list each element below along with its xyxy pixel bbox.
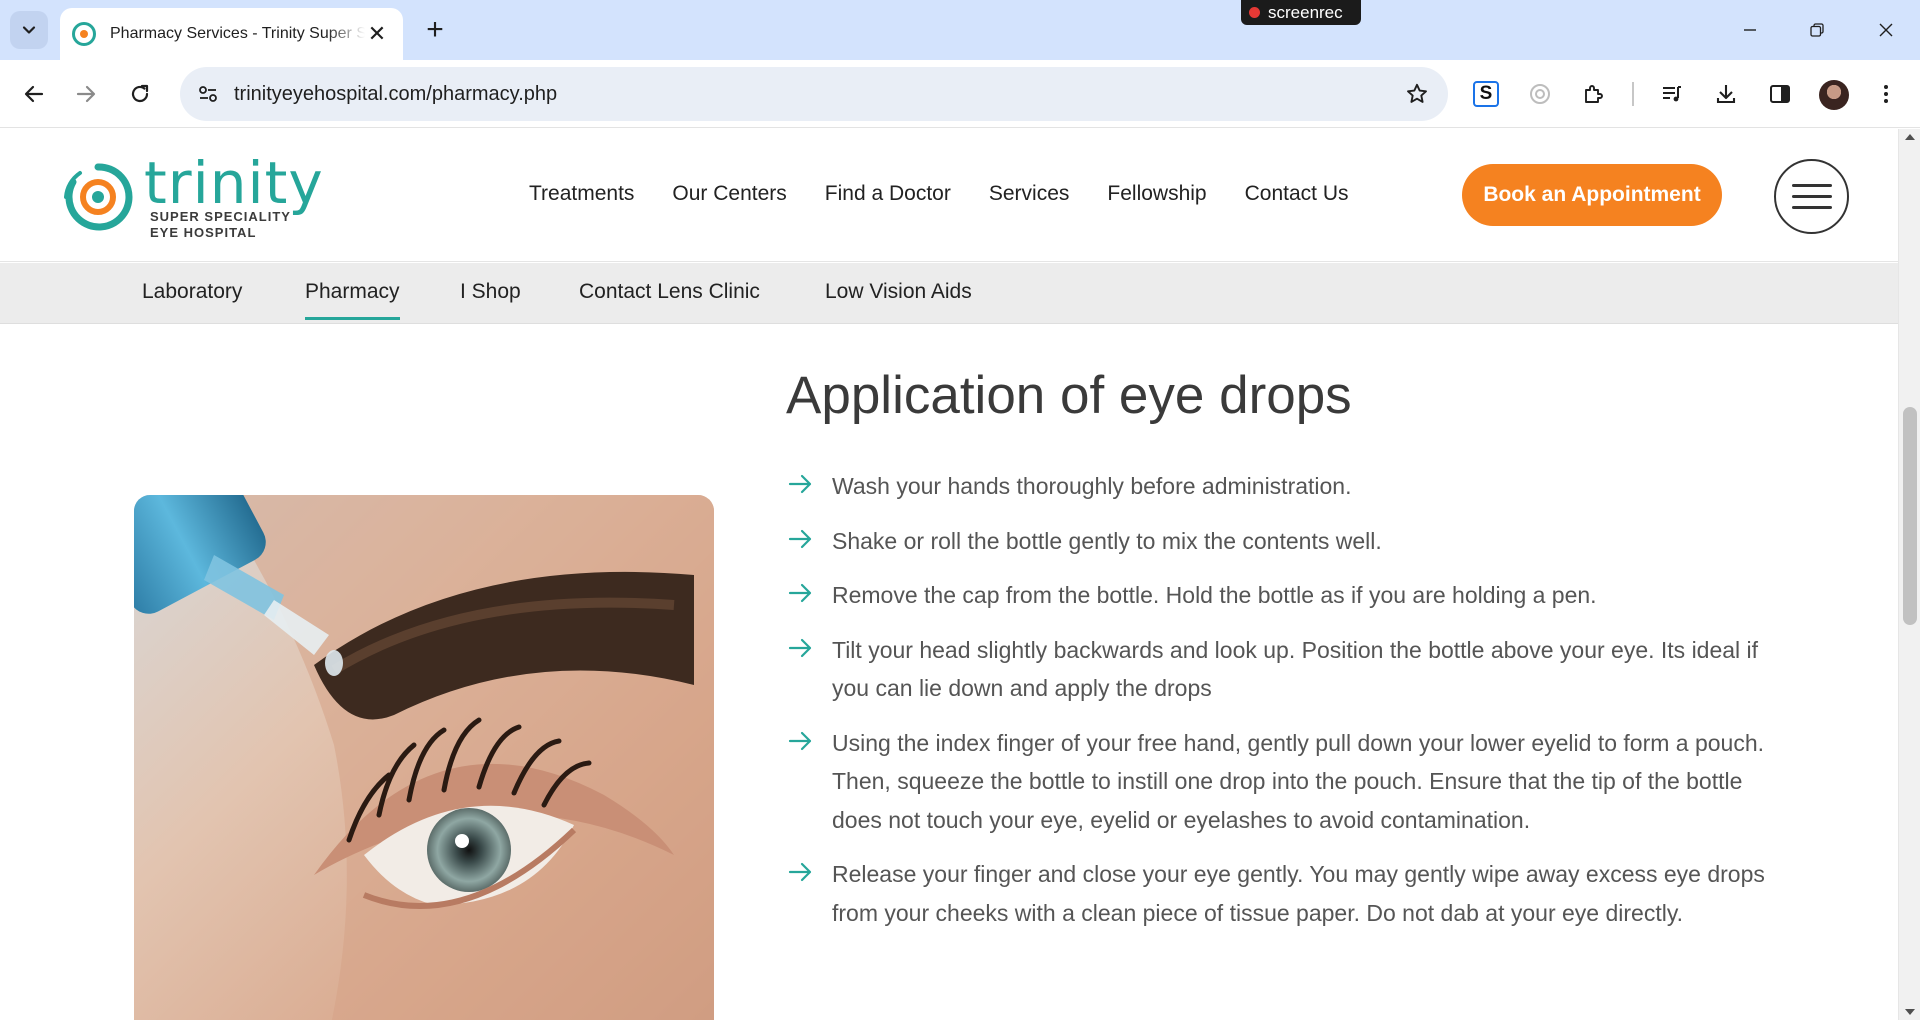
logo-tagline: SUPER SPECIALITY EYE HOSPITAL (150, 209, 300, 241)
puzzle-icon (1585, 85, 1603, 103)
eye-drop-photo (134, 495, 714, 1020)
list-item: Remove the cap from the bottle. Hold the… (786, 576, 1786, 615)
bookmark-star-icon[interactable] (1400, 77, 1434, 111)
new-tab-button[interactable]: + (418, 13, 452, 47)
close-window-button[interactable] (1866, 10, 1906, 50)
tab-strip: Pharmacy Services - Trinity Super Specia… (0, 0, 1920, 60)
hamburger-line (1791, 184, 1832, 187)
arrow-left-icon (24, 85, 44, 103)
subnav-laboratory[interactable]: Laboratory (142, 280, 242, 304)
nav-contact-us[interactable]: Contact Us (1245, 182, 1349, 206)
download-icon (1716, 85, 1736, 104)
tab-title: Pharmacy Services - Trinity Super Specia… (110, 25, 365, 42)
browser-toolbar: trinityeyehospital.com/pharmacy.php S (0, 60, 1920, 128)
page-scrollbar[interactable] (1898, 129, 1920, 1020)
forward-button[interactable] (64, 72, 108, 116)
nav-fellowship[interactable]: Fellowship (1107, 182, 1206, 206)
record-dot-icon (1249, 7, 1260, 18)
browser-menu-button[interactable] (1870, 78, 1902, 110)
subnav-contact-lens-clinic[interactable]: Contact Lens Clinic (579, 280, 760, 304)
list-item: Using the index finger of your free hand… (786, 724, 1786, 840)
more-vert-icon (1884, 85, 1888, 103)
subnav-pharmacy[interactable]: Pharmacy (305, 280, 400, 320)
site-logo[interactable]: trinity SUPER SPECIALITY EYE HOSPITAL (60, 149, 323, 241)
scroll-up-arrow-icon[interactable] (1905, 134, 1915, 140)
chevron-down-icon (22, 26, 36, 34)
extension-camera-button[interactable] (1524, 78, 1556, 110)
reload-icon (131, 84, 149, 103)
hamburger-line (1791, 206, 1832, 209)
step-text: Tilt your head slightly backwards and lo… (832, 636, 1759, 702)
side-panel-icon (1770, 85, 1790, 103)
arrow-right-icon (788, 583, 812, 603)
site-settings-icon[interactable] (186, 72, 230, 116)
extensions-button[interactable] (1578, 78, 1610, 110)
list-item: Wash your hands thoroughly before admini… (786, 467, 1786, 506)
subnav-i-shop[interactable]: I Shop (460, 280, 521, 304)
screenrec-badge[interactable]: screenrec (1241, 0, 1361, 25)
arrow-right-icon (788, 862, 812, 882)
page-viewport: trinity SUPER SPECIALITY EYE HOSPITAL Tr… (0, 129, 1920, 1020)
screenrec-label: screenrec (1268, 2, 1343, 22)
hamburger-line (1791, 195, 1832, 198)
nav-find-a-doctor[interactable]: Find a Doctor (825, 182, 951, 206)
nav-treatments[interactable]: Treatments (529, 182, 634, 206)
minimize-icon (1744, 29, 1756, 31)
list-item: Tilt your head slightly backwards and lo… (786, 631, 1786, 708)
close-icon (1879, 23, 1893, 37)
close-tab-icon[interactable]: ✕ (365, 21, 389, 47)
eye-logo-icon (64, 163, 133, 231)
application-steps-list: Wash your hands thoroughly before admini… (786, 467, 1786, 948)
extension-s-icon: S (1473, 81, 1499, 107)
tab-search-button[interactable] (10, 11, 48, 49)
subnav-low-vision-aids[interactable]: Low Vision Aids (825, 280, 972, 304)
step-text: Remove the cap from the bottle. Hold the… (832, 582, 1597, 608)
hamburger-menu-button[interactable] (1774, 159, 1849, 234)
profile-avatar[interactable] (1819, 80, 1849, 110)
scroll-down-arrow-icon[interactable] (1905, 1009, 1915, 1015)
logo-wordmark: trinity (144, 149, 324, 217)
reload-button[interactable] (118, 72, 162, 116)
minimize-button[interactable] (1730, 10, 1770, 50)
arrow-right-icon (76, 85, 96, 103)
services-subnav: Laboratory Pharmacy I Shop Contact Lens … (0, 263, 1898, 324)
restore-icon (1810, 23, 1824, 37)
side-panel-button[interactable] (1764, 78, 1796, 110)
toolbar-divider (1632, 82, 1634, 106)
address-bar[interactable]: trinityeyehospital.com/pharmacy.php (180, 67, 1448, 121)
step-text: Shake or roll the bottle gently to mix t… (832, 527, 1382, 554)
content-title: Application of eye drops (786, 366, 1352, 425)
step-text: Wash your hands thoroughly before admini… (832, 473, 1352, 499)
site-header: trinity SUPER SPECIALITY EYE HOSPITAL Tr… (0, 129, 1898, 262)
list-item: Shake or roll the bottle gently to mix t… (786, 522, 1786, 561)
scrollbar-thumb[interactable] (1903, 407, 1917, 625)
back-button[interactable] (12, 72, 56, 116)
camera-extension-icon (1530, 84, 1550, 104)
queue-music-icon (1663, 86, 1681, 102)
book-appointment-button[interactable]: Book an Appointment (1462, 164, 1722, 226)
logo-tagline-line-1: SUPER SPECIALITY (150, 209, 291, 224)
list-item: Release your finger and close your eye g… (786, 855, 1786, 932)
browser-window: Pharmacy Services - Trinity Super Specia… (0, 0, 1920, 1020)
arrow-right-icon (788, 638, 812, 657)
extension-s-button[interactable]: S (1470, 78, 1502, 110)
nav-services[interactable]: Services (989, 182, 1070, 206)
active-tab[interactable]: Pharmacy Services - Trinity Super Specia… (60, 8, 403, 60)
logo-tagline-line-2: EYE HOSPITAL (150, 225, 257, 240)
step-text: Using the index finger of your free hand… (832, 729, 1765, 833)
step-text: Release your finger and close your eye g… (832, 861, 1765, 926)
main-navigation: Treatments Our Centers Find a Doctor Ser… (529, 182, 1348, 206)
arrow-right-icon (788, 529, 812, 548)
downloads-button[interactable] (1710, 78, 1742, 110)
restore-button[interactable] (1797, 10, 1837, 50)
media-controls-button[interactable] (1656, 78, 1688, 110)
arrow-right-icon (788, 731, 812, 750)
url-text[interactable]: trinityeyehospital.com/pharmacy.php (234, 83, 557, 106)
nav-our-centers[interactable]: Our Centers (672, 182, 786, 206)
arrow-right-icon (788, 474, 812, 494)
site-favicon-icon (72, 22, 96, 46)
